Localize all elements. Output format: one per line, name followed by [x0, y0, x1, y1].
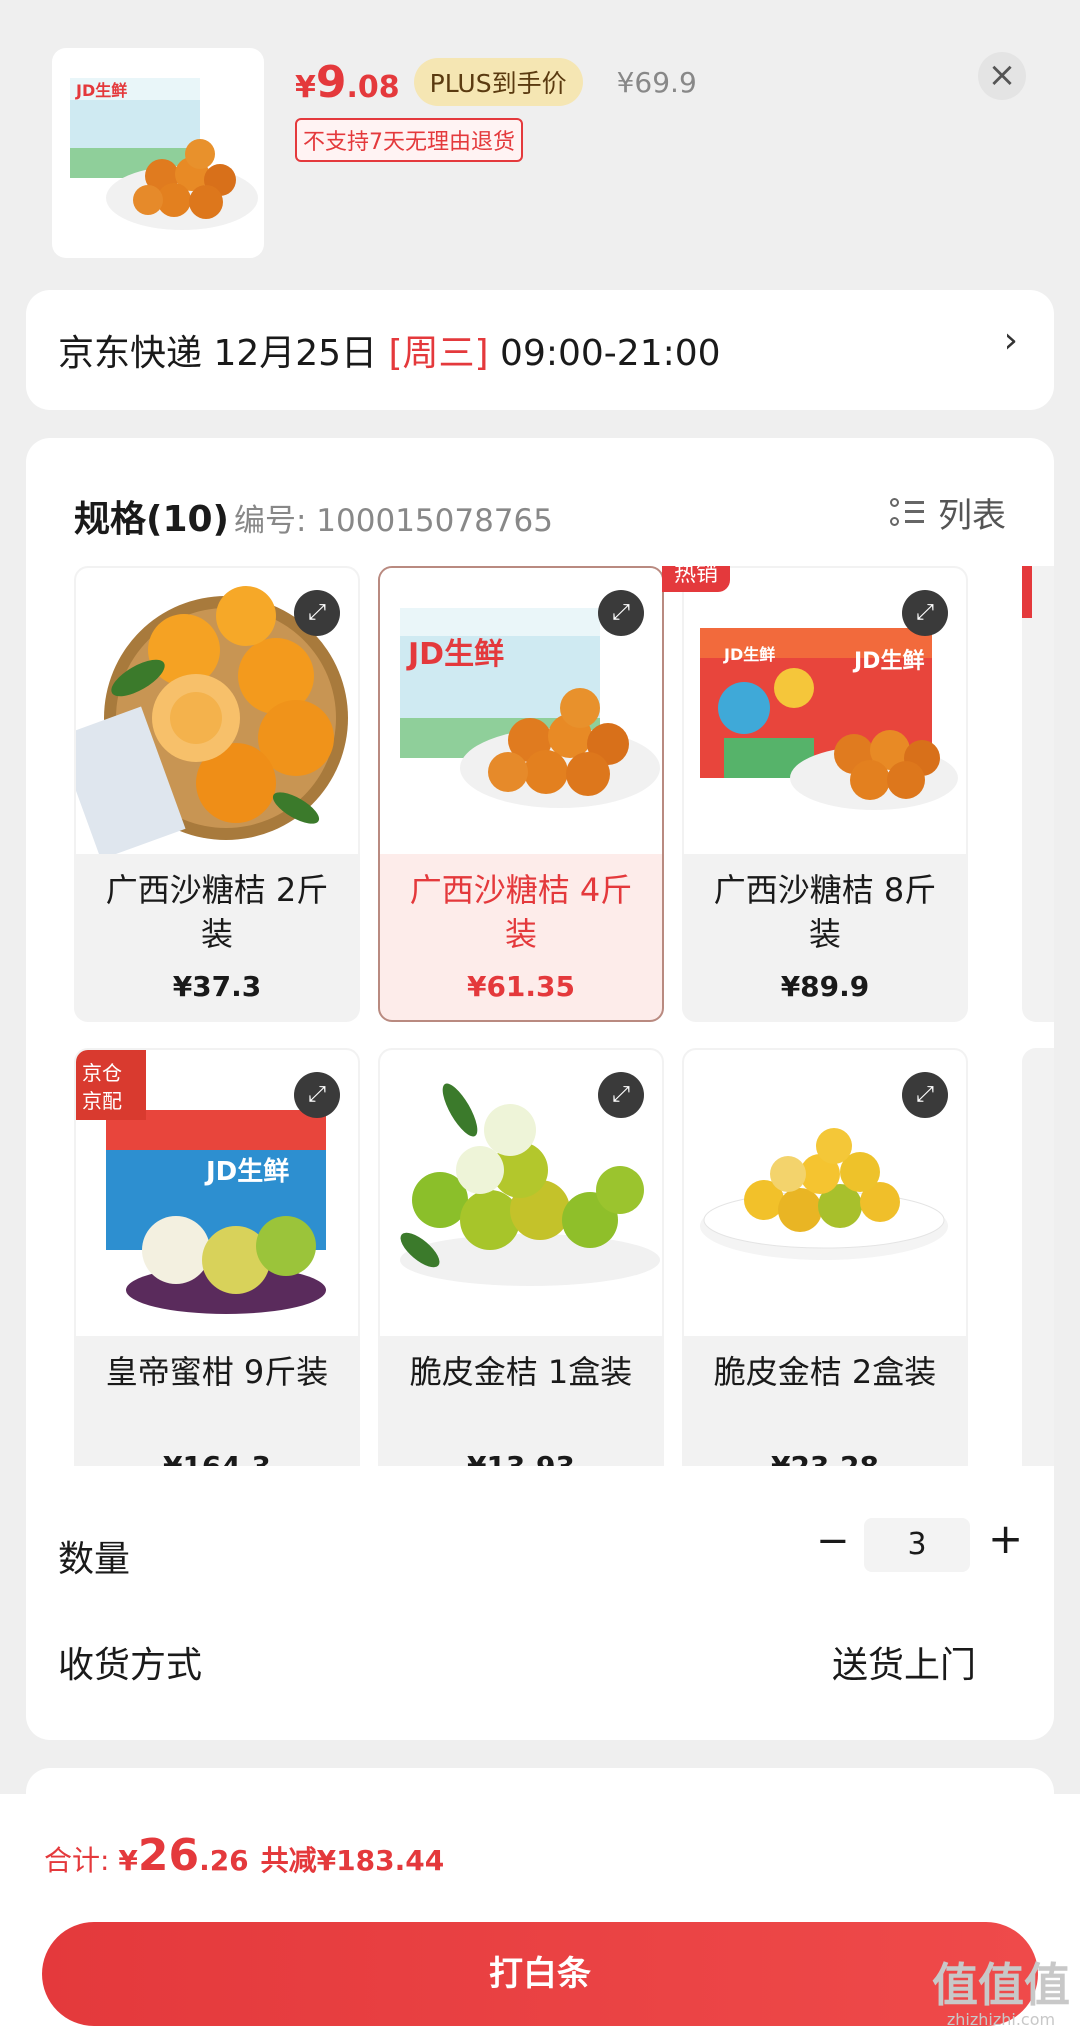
expand-icon[interactable]: ⤢	[902, 1072, 948, 1118]
spec-option-peek[interactable]	[1022, 566, 1054, 1022]
svg-text:JD生鲜: JD生鲜	[204, 1157, 289, 1187]
plus-price-tag: PLUS到手价	[413, 58, 583, 106]
spec-option[interactable]: JD生鲜 JD生鲜 ⤢ 广西沙糖桔 8斤装 ¥89.9	[682, 566, 968, 1022]
delivery-text: 京东快递 12月25日 [周三] 09:00-21:00	[58, 324, 721, 376]
total-symbol: ¥	[118, 1844, 138, 1877]
quantity-decrement-button[interactable]: −	[816, 1518, 850, 1564]
spec-option[interactable]: JD生鲜 京仓 京配 ⤢ 皇帝蜜柑 9斤装 ¥164.3	[74, 1048, 360, 1466]
svg-text:JD生鲜: JD生鲜	[75, 81, 127, 100]
watermark-logo: 值值值 zhizhizhi.com	[922, 1960, 1080, 2029]
option-name: 脆皮金桔 1盒装	[409, 1353, 633, 1391]
option-name: 皇帝蜜柑 9斤装	[105, 1353, 329, 1391]
sku-selector-sheet: JD生鲜 ¥9.08 PLUS到手价 ¥69.9 不支持7天无理由退货 × 京东…	[0, 0, 1080, 2044]
spec-grid: 热销 ⤢ 广西沙糖桔 2斤装 ¥37.3 JD生鲜 ⤢ 广西沙糖桔 4斤装 ¥6…	[74, 566, 1054, 1466]
option-price: ¥13.93	[380, 1450, 662, 1466]
price-integer: 9	[315, 56, 347, 108]
expand-icon[interactable]: ⤢	[598, 1072, 644, 1118]
delivery-info-row[interactable]: 京东快递 12月25日 [周三] 09:00-21:00 ›	[26, 290, 1054, 410]
option-price: ¥61.35	[466, 970, 576, 1003]
checkout-bar: 合计: ¥26.26 共减¥183.44 打白条	[0, 1794, 1080, 2044]
svg-text:京仓: 京仓	[82, 1061, 122, 1085]
watermark-text: 值值值	[932, 1958, 1070, 2012]
pay-with-baitiao-button[interactable]: 打白条	[42, 1922, 1038, 2026]
spec-option[interactable]: ⤢ 广西沙糖桔 2斤装 ¥37.3	[74, 566, 360, 1022]
list-label: 列表	[938, 496, 1006, 536]
chevron-right-icon: ›	[1003, 320, 1018, 361]
product-code: 编号: 100015078765	[234, 503, 553, 539]
spec-title: 规格(10)	[74, 499, 230, 540]
total-price: 合计: ¥26.26 共减¥183.44	[44, 1830, 444, 1881]
close-button[interactable]: ×	[978, 52, 1026, 100]
quantity-label: 数量	[58, 1539, 131, 1580]
price-symbol: ¥	[295, 69, 316, 105]
option-price: ¥23.28	[684, 1450, 966, 1466]
price-row: ¥9.08 PLUS到手价 ¥69.9	[295, 52, 697, 112]
product-summary: JD生鲜 ¥9.08 PLUS到手价 ¥69.9 不支持7天无理由退货 ×	[0, 0, 1080, 290]
spec-option-selected[interactable]: JD生鲜 ⤢ 广西沙糖桔 4斤装 ¥61.35	[378, 566, 664, 1022]
return-policy-badge: 不支持7天无理由退货	[295, 118, 523, 162]
total-label: 合计:	[44, 1844, 119, 1877]
original-price: ¥69.9	[616, 65, 697, 99]
product-thumbnail: JD生鲜	[52, 48, 264, 258]
total-saving: 共减¥183.44	[260, 1844, 445, 1877]
delivery-weekday: [周三]	[388, 333, 489, 374]
delivery-time: 09:00-21:00	[488, 333, 721, 374]
plus-price: ¥9.08	[295, 57, 400, 108]
option-price: ¥37.3	[172, 970, 262, 1003]
list-view-toggle[interactable]: 列表	[890, 488, 1006, 537]
close-icon: ×	[987, 55, 1017, 95]
svg-text:京配: 京配	[82, 1089, 122, 1113]
hot-badge: 热销	[662, 566, 731, 592]
option-price: ¥164.3	[76, 1450, 358, 1466]
total-decimal: .26	[199, 1844, 249, 1877]
option-name: 广西沙糖桔 8斤装	[713, 871, 937, 953]
svg-text:JD生鲜: JD生鲜	[406, 637, 504, 672]
watermark-url: zhizhizhi.com	[946, 2010, 1056, 2029]
price-decimal: .08	[346, 69, 400, 105]
option-name: 广西沙糖桔 4斤装	[409, 871, 633, 953]
delivery-date: 京东快递 12月25日	[58, 333, 389, 374]
list-icon	[890, 496, 924, 530]
spec-option[interactable]: ⤢ 脆皮金桔 2盒装 ¥23.28	[682, 1048, 968, 1466]
quantity-increment-button[interactable]: +	[988, 1514, 1023, 1563]
expand-icon[interactable]: ⤢	[598, 590, 644, 636]
svg-text:JD生鲜: JD生鲜	[852, 649, 924, 674]
shipping-method-value[interactable]: 送货上门	[832, 1636, 976, 1688]
option-name: 广西沙糖桔 2斤装	[105, 871, 329, 953]
option-price: ¥89.9	[780, 970, 870, 1003]
expand-icon[interactable]: ⤢	[294, 1072, 340, 1118]
svg-text:JD生鲜: JD生鲜	[723, 645, 775, 664]
spec-panel: 规格(10) 编号: 100015078765 列表 热销 ⤢ 广西沙糖桔 2斤…	[26, 438, 1054, 1740]
expand-icon[interactable]: ⤢	[294, 590, 340, 636]
option-name: 脆皮金桔 2盒装	[713, 1353, 937, 1391]
shipping-method-label: 收货方式	[58, 1645, 203, 1686]
quantity-input[interactable]: 3	[864, 1518, 970, 1572]
expand-icon[interactable]: ⤢	[902, 590, 948, 636]
total-integer: 26	[137, 1830, 200, 1881]
spec-option[interactable]: ⤢ 脆皮金桔 1盒装 ¥13.93	[378, 1048, 664, 1466]
spec-option-peek[interactable]	[1022, 1048, 1054, 1466]
